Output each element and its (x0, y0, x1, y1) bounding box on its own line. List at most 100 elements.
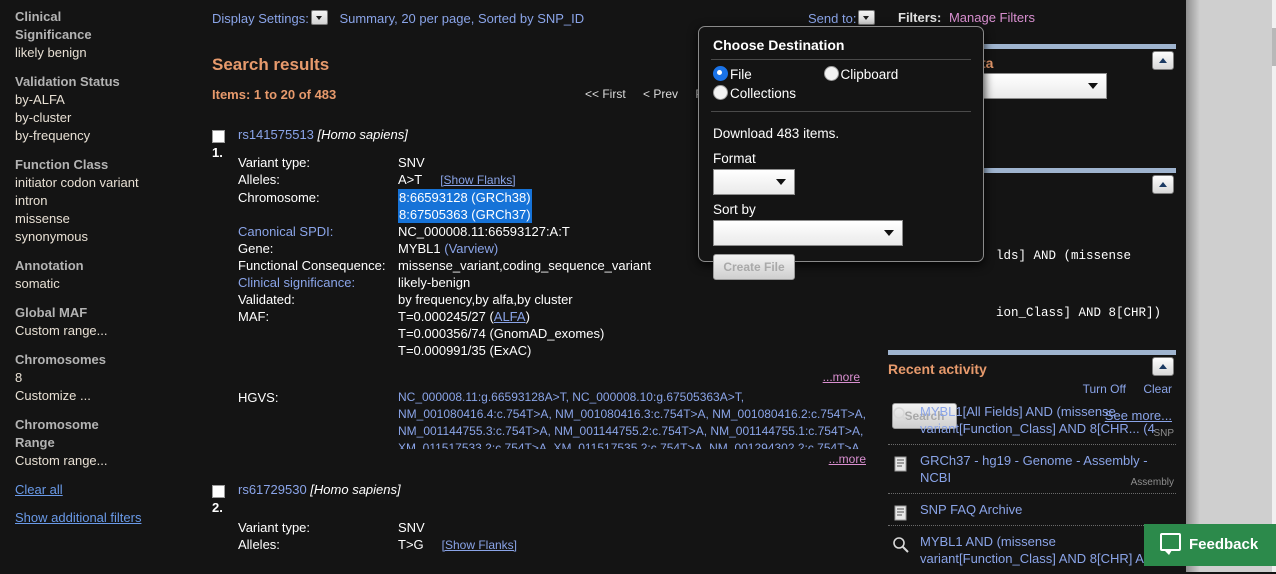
send-to-label[interactable]: Send to: (808, 11, 856, 26)
maf-more-link[interactable]: ...more (823, 370, 860, 384)
send-to-control[interactable]: Send to: (808, 10, 877, 26)
hgvs-more-link[interactable]: ...more (829, 452, 866, 466)
data-format-select[interactable] (981, 73, 1107, 99)
format-select[interactable] (713, 169, 795, 195)
facet-value[interactable]: intron (15, 192, 200, 210)
facet-value[interactable]: by-frequency (15, 127, 200, 145)
list-item-type: Assembly (1130, 477, 1174, 488)
page-scrollbar-track[interactable] (1272, 0, 1276, 572)
alleles-label: Alleles: (238, 172, 280, 187)
list-item[interactable]: SNP FAQ Archive (888, 494, 1176, 526)
facet-value[interactable]: Custom range... (15, 322, 200, 340)
hgvs-label: HGVS: (238, 390, 279, 405)
list-item[interactable]: MYBL1[All Fields] AND (missense variant[… (888, 396, 1176, 445)
facet-value[interactable]: likely benign (15, 44, 200, 62)
display-settings-label[interactable]: Display Settings: (212, 11, 309, 26)
clinical-significance-label[interactable]: Clinical significance: (238, 274, 398, 291)
table-row: Alleles: T>G [Show Flanks] (238, 536, 517, 554)
filters-control: Filters: Manage Filters (898, 10, 1035, 25)
clear-all-link[interactable]: Clear all (15, 481, 200, 499)
facet-value[interactable]: by-ALFA (15, 91, 200, 109)
destination-option-collections[interactable]: Collections (699, 82, 983, 101)
manage-filters-link[interactable]: Manage Filters (949, 10, 1035, 25)
panel-header: Recent activity (888, 355, 1176, 379)
table-row: Variant type: SNV (238, 519, 517, 536)
popup-body: Download 483 items. Format Sort by Creat… (699, 112, 983, 280)
alfa-link[interactable]: ALFA (494, 309, 526, 324)
pager-prev[interactable]: < Prev (643, 87, 678, 101)
items-count: Items: 1 to 20 of 483 (212, 87, 337, 102)
query-line: lds] AND (missense (996, 249, 1132, 263)
page-scrollbar-thumb[interactable] (1272, 28, 1276, 66)
collapse-panel-button[interactable] (1152, 51, 1174, 70)
list-item-label[interactable]: MYBL1[All Fields] AND (missense variant[… (920, 404, 1155, 436)
list-item-label[interactable]: GRCh37 - hg19 - Genome - Assembly - NCBI (920, 453, 1148, 485)
hgvs-line[interactable]: NM_001080416.4:c.754T>A, NM_001080416.3:… (398, 406, 866, 423)
search-query-textarea[interactable]: lds] AND (missense ion_Class] AND 8[CHR]… (996, 209, 1176, 361)
filters-label: Filters: (898, 10, 942, 25)
filters-sidebar: Clinical Significance likely benign Vali… (0, 0, 200, 572)
hgvs-line[interactable]: NC_000008.11:g.66593128A>T, NC_000008.10… (398, 389, 866, 406)
chromosome-grch38: 8:66593128 (GRCh38) (398, 189, 532, 206)
hgvs-value: NC_000008.11:g.66593128A>T, NC_000008.10… (398, 386, 866, 468)
chevron-down-icon[interactable] (858, 10, 876, 25)
create-file-button[interactable]: Create File (713, 254, 795, 280)
query-line: ion_Class] AND 8[CHR]) (996, 306, 1162, 320)
result-details-table: Variant type: SNV Alleles: T>G [Show Flan… (238, 519, 517, 554)
facet-value[interactable]: synonymous (15, 228, 200, 246)
result-number: 2. (212, 500, 223, 515)
hgvs-line[interactable]: NM_001144755.3:c.754T>A, NM_001144755.2:… (398, 423, 866, 440)
radio-clipboard[interactable] (823, 66, 839, 81)
gene-name: MYBL1 (398, 241, 441, 256)
result-checkbox[interactable] (212, 485, 225, 498)
sort-by-select[interactable] (713, 220, 903, 246)
variant-type-label: Variant type: (238, 520, 311, 535)
show-additional-filters-link[interactable]: Show additional filters (15, 509, 200, 527)
turn-off-button[interactable]: Turn Off (1083, 382, 1126, 396)
radio-collections[interactable] (713, 85, 728, 100)
maf-clipped-line (398, 359, 866, 368)
clear-button[interactable]: Clear (1143, 382, 1172, 396)
rsid-link[interactable]: rs141575513 (238, 127, 314, 142)
display-settings-value[interactable]: Summary, 20 per page, Sorted by SNP_ID (339, 11, 584, 26)
destination-option-clipboard[interactable]: Clipboard (823, 66, 898, 82)
hgvs-line[interactable]: XM_011517533.2:c.754T>A, XM_011517535.2:… (398, 440, 866, 449)
list-item[interactable]: MYBL1 AND (missense variant[Function_Cla… (888, 526, 1176, 574)
facet-value[interactable]: initiator codon variant (15, 174, 200, 192)
varview-link[interactable]: (Varview) (444, 241, 498, 256)
show-flanks-link[interactable]: [Show Flanks] (442, 538, 517, 552)
chevron-down-icon[interactable] (310, 10, 328, 25)
facet-chromosomes: Chromosomes 8 Customize ... (15, 351, 200, 405)
destination-option-file[interactable]: File (713, 66, 752, 82)
pager-first[interactable]: << First (585, 87, 626, 101)
recent-activity-actions: Turn Off Clear (888, 379, 1176, 396)
collapse-panel-button[interactable] (1152, 357, 1174, 376)
facet-value[interactable]: somatic (15, 275, 200, 293)
collapse-panel-button[interactable] (1152, 175, 1174, 194)
result-checkbox[interactable] (212, 130, 225, 143)
maf-line: T=0.000356/74 (GnomAD_exomes) (398, 326, 605, 341)
list-item[interactable]: GRCh37 - hg19 - Genome - Assembly - NCBI… (888, 445, 1176, 494)
facet-title: Annotation (15, 258, 84, 273)
facet-value[interactable]: Custom range... (15, 452, 200, 470)
facet-value[interactable]: Customize ... (15, 387, 200, 405)
facet-chromosome-range: Chromosome Range Custom range... (15, 416, 200, 470)
facet-value[interactable]: missense (15, 210, 200, 228)
recent-activity-panel: Recent activity Turn Off Clear MYBL1[All… (888, 350, 1176, 574)
panel-title: Recent activity (888, 361, 987, 377)
spdi-label[interactable]: Canonical SPDI: (238, 223, 398, 240)
show-flanks-link[interactable]: [Show Flanks] (440, 173, 515, 187)
display-settings-control[interactable]: Display Settings: Summary, 20 per page, … (212, 10, 584, 26)
list-item-label[interactable]: MYBL1 AND (missense variant[Function_Cla… (920, 534, 1153, 566)
facet-value[interactable]: by-cluster (15, 109, 200, 127)
rsid-link[interactable]: rs61729530 (238, 482, 307, 497)
table-row: ...more (238, 368, 866, 386)
list-item-label[interactable]: SNP FAQ Archive (920, 502, 1022, 517)
maf-label: MAF: (238, 309, 270, 324)
facet-value[interactable]: 8 (15, 369, 200, 387)
destination-options-row: File Clipboard (699, 60, 983, 82)
chromosome-label: Chromosome: (238, 190, 320, 205)
format-select-value (714, 174, 720, 189)
feedback-button[interactable]: Feedback (1144, 524, 1276, 566)
radio-file[interactable] (713, 66, 728, 81)
